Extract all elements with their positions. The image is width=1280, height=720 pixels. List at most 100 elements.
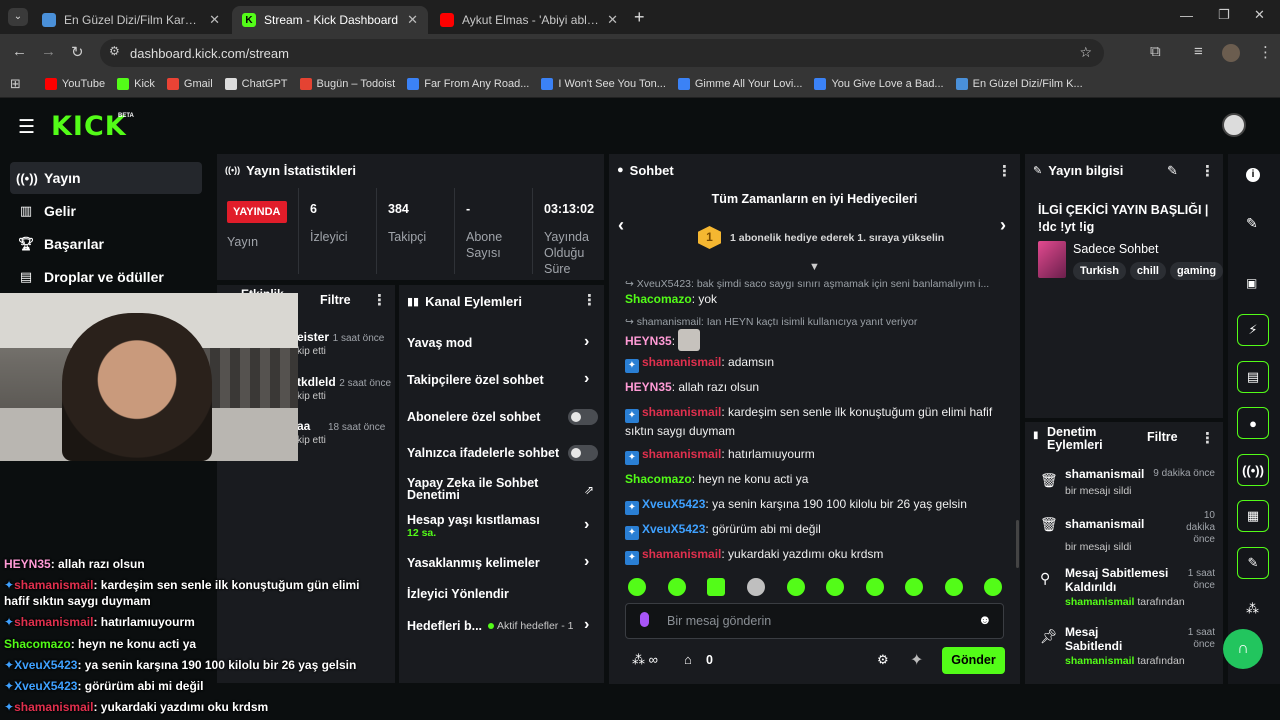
sidebar-item-droplar[interactable]: ▤ Droplar ve ödüller	[10, 261, 202, 293]
community-icon[interactable]: ⁂	[1246, 601, 1259, 617]
chat-username[interactable]: shamanismail	[642, 355, 721, 369]
profile-avatar[interactable]	[1222, 44, 1240, 62]
chat-username[interactable]: shamanismail	[642, 447, 721, 461]
chat-filter-icon[interactable]: ▼	[809, 261, 820, 273]
external-link-icon[interactable]: ⇗	[584, 483, 594, 497]
chat-scrollbar[interactable]	[1016, 520, 1019, 568]
followers-chat-item[interactable]: Takipçilere özel sohbet	[407, 373, 603, 387]
sidebar-item-yayin[interactable]: ((•)) Yayın	[10, 162, 202, 194]
new-tab-button[interactable]: +	[634, 7, 645, 28]
bookmark-7[interactable]: Gimme All Your Lovi...	[677, 77, 802, 90]
send-button[interactable]: Gönder	[942, 647, 1005, 674]
stream-info-more-icon[interactable]: ⋮	[1200, 162, 1215, 180]
channel-actions-more-icon[interactable]: ⋮	[582, 291, 597, 309]
close-icon[interactable]: ✕	[607, 12, 618, 28]
screenshot-icon[interactable]: ▣	[1246, 276, 1257, 290]
media-icon[interactable]: ≡	[1194, 43, 1203, 60]
window-close-icon[interactable]: ✕	[1254, 7, 1265, 23]
browser-menu-icon[interactable]: ⋮	[1258, 43, 1273, 61]
emote-icon[interactable]	[668, 578, 686, 596]
hamburger-menu-icon[interactable]: ☰	[18, 116, 35, 139]
activity-more-icon[interactable]: ⋮	[372, 291, 387, 309]
bookmark-9[interactable]: En Güzel Dizi/Film K...	[955, 77, 1083, 90]
category-name[interactable]: Sadece Sohbet	[1073, 242, 1159, 256]
kick-gift-icon[interactable]: ✦	[910, 650, 923, 670]
chat-username[interactable]: Shacomazo	[625, 292, 692, 306]
close-icon[interactable]: ✕	[407, 12, 418, 28]
kick-logo[interactable]: KICK	[51, 111, 127, 142]
emote-icon[interactable]	[905, 578, 923, 596]
activity-filter-button[interactable]: Filtre	[320, 293, 351, 307]
moderation-filter-button[interactable]: Filtre	[1147, 430, 1178, 444]
chat-username[interactable]: Shacomazo	[625, 472, 692, 486]
tag-chip[interactable]: gaming	[1169, 262, 1224, 280]
account-age-item[interactable]: Hesap yaşı kısıtlaması	[407, 513, 603, 527]
forward-icon[interactable]: →	[41, 43, 56, 60]
emote-icon[interactable]	[628, 578, 646, 596]
bookmark-8[interactable]: You Give Love a Bad...	[814, 77, 944, 90]
quick-action-button[interactable]: ⚡︎	[1237, 314, 1269, 346]
emote-chat-toggle[interactable]	[568, 445, 598, 461]
tag-chip[interactable]: Turkish	[1073, 262, 1126, 280]
chevron-right-icon[interactable]: ›	[584, 616, 589, 634]
redirect-viewers-item[interactable]: İzleyici Yönlendir	[407, 587, 603, 601]
bookmark-star-icon[interactable]: ☆	[1079, 44, 1092, 61]
bookmark-gmail[interactable]: Gmail	[166, 77, 213, 90]
browser-tab-2[interactable]: K Stream - Kick Dashboard ✕	[232, 6, 428, 34]
chat-username[interactable]: HEYN35	[625, 334, 672, 348]
maximize-icon[interactable]: ❐	[1218, 7, 1230, 23]
emote-icon[interactable]	[826, 578, 844, 596]
chevron-right-icon[interactable]: ›	[584, 516, 589, 534]
sidebar-item-gelir[interactable]: ▥ Gelir	[10, 195, 202, 227]
user-avatar[interactable]	[1222, 113, 1246, 137]
kicks-icon[interactable]: ⌂	[684, 652, 692, 667]
emote-icon[interactable]	[707, 578, 725, 596]
moderation-more-icon[interactable]: ⋮	[1200, 429, 1215, 447]
browser-tab-1[interactable]: En Güzel Dizi/Film Karakteri - T ✕	[32, 6, 230, 34]
back-icon[interactable]: ←	[12, 43, 27, 60]
chat-username[interactable]: HEYN35	[625, 380, 672, 394]
apps-icon[interactable]: ⊞	[10, 76, 21, 92]
gifters-prev-icon[interactable]: ‹	[618, 215, 624, 236]
chevron-right-icon[interactable]: ›	[584, 553, 589, 571]
gifters-next-icon[interactable]: ›	[1000, 215, 1006, 236]
browser-tab-3[interactable]: Aykut Elmas - 'Abiyi ablayı' Lug ✕	[430, 6, 628, 34]
emote-icon[interactable]	[787, 578, 805, 596]
tools-button[interactable]: ✎	[1237, 547, 1269, 579]
chat-toggle-button[interactable]: ●	[1237, 407, 1269, 439]
bookmark-todoist[interactable]: Bugün – Todoist	[299, 77, 395, 90]
edit-pencil-icon[interactable]: ✎	[1167, 163, 1178, 179]
mod-by-user[interactable]: shamanismail	[1065, 655, 1134, 667]
tag-chip[interactable]: chill	[1129, 262, 1166, 280]
site-info-icon[interactable]: ⚙	[109, 44, 120, 58]
url-bar[interactable]: ⚙ dashboard.kick.com/stream ☆	[100, 39, 1104, 67]
bookmark-6[interactable]: I Won't See You Ton...	[541, 77, 666, 90]
support-headset-button[interactable]: ∩	[1223, 629, 1263, 669]
extensions-icon[interactable]: ⧉	[1150, 43, 1161, 60]
chat-username[interactable]: shamanismail	[642, 405, 721, 419]
reload-icon[interactable]: ↻	[71, 43, 84, 61]
chat-username[interactable]: XveuX5423	[642, 522, 705, 536]
notes-button[interactable]: ▤	[1237, 361, 1269, 393]
subs-chat-toggle[interactable]	[568, 409, 598, 425]
slow-mode-item[interactable]: Yavaş mod	[407, 336, 603, 350]
emoji-picker-icon[interactable]: ☻	[978, 612, 992, 627]
info-icon[interactable]: i	[1246, 168, 1260, 182]
connections-icon[interactable]: ⁂ ∞	[632, 652, 658, 668]
chevron-right-icon[interactable]: ›	[584, 370, 589, 388]
mod-by-user[interactable]: shamanismail	[1065, 596, 1134, 608]
chat-settings-icon[interactable]: ⚙	[877, 652, 889, 668]
close-icon[interactable]: ✕	[209, 12, 220, 28]
emote-icon[interactable]	[866, 578, 884, 596]
chat-username[interactable]: shamanismail	[642, 547, 721, 561]
emote-icon[interactable]	[984, 578, 1002, 596]
edit-layout-icon[interactable]: ✎	[1246, 215, 1258, 232]
banned-words-item[interactable]: Yasaklanmış kelimeler	[407, 556, 603, 570]
bookmark-chatgpt[interactable]: ChatGPT	[224, 77, 288, 90]
ai-moderation-item[interactable]: Yapay Zeka ile Sohbet Denetimi	[407, 477, 557, 502]
sidebar-item-basarilar[interactable]: 🏆︎ Başarılar	[10, 228, 202, 260]
microphone-icon[interactable]	[640, 612, 649, 627]
goals-item[interactable]: Hedefleri b...	[407, 619, 487, 633]
bookmark-youtube[interactable]: YouTube	[44, 77, 105, 90]
layout-button[interactable]: ▦	[1237, 500, 1269, 532]
